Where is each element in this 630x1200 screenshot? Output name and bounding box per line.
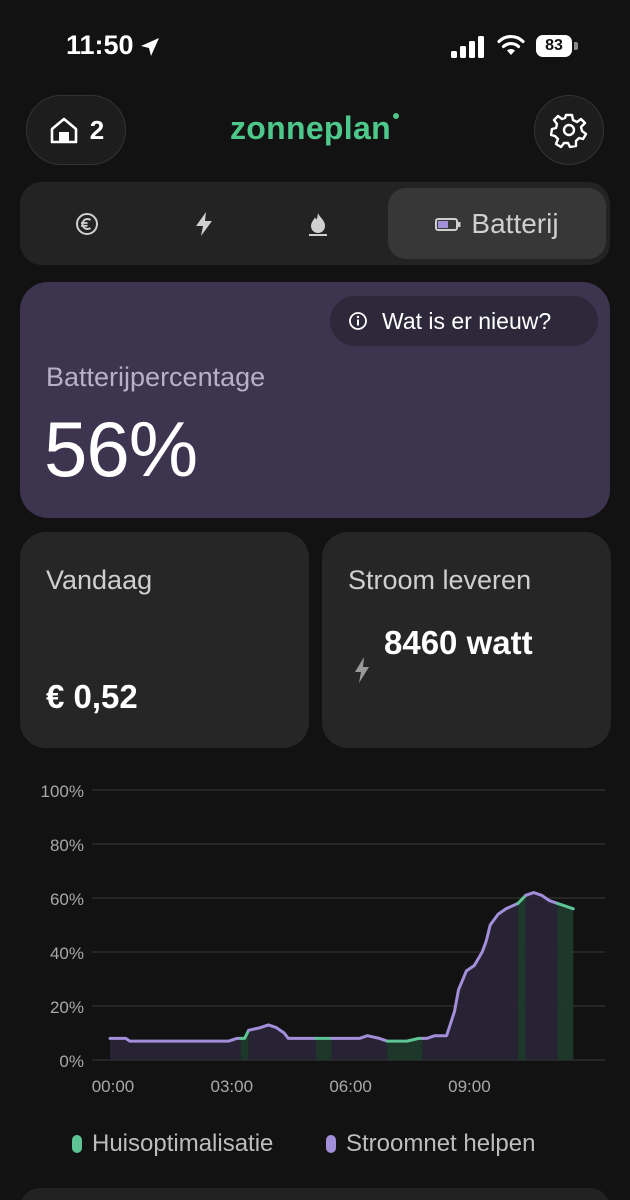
power-delivery-card[interactable]: Stroom leveren 8460 watt	[322, 532, 611, 748]
today-earnings-card[interactable]: Vandaag € 0,52	[20, 532, 309, 748]
chart-y-tick-label: 80%	[50, 836, 84, 855]
chart-line-stroomnet-helpen	[108, 1036, 243, 1043]
cellular-signal-icon	[451, 36, 484, 58]
chart-area-huisoptimalisatie	[517, 895, 526, 1060]
chart-x-tick-label: 00:00	[92, 1077, 135, 1096]
homes-button[interactable]: 2	[26, 95, 126, 165]
legend-swatch-green	[72, 1135, 82, 1153]
legend-label: Huisoptimalisatie	[92, 1130, 274, 1157]
battery-nub	[574, 42, 578, 50]
house-icon	[50, 117, 78, 144]
next-card-partial	[20, 1188, 610, 1200]
whats-new-label: Wat is er nieuw?	[382, 307, 552, 334]
chart-x-tick-label: 09:00	[448, 1077, 491, 1096]
legend-swatch-purple	[326, 1135, 336, 1153]
category-tabs: Batterij	[20, 182, 610, 265]
tab-power[interactable]	[154, 188, 254, 259]
today-title: Vandaag	[46, 565, 153, 595]
flame-icon	[309, 212, 327, 236]
legend-item-stroomnet-helpen: Stroomnet helpen	[326, 1128, 535, 1160]
gear-icon	[550, 113, 588, 149]
chart-x-tick-label: 03:00	[211, 1077, 254, 1096]
settings-button[interactable]	[534, 95, 604, 165]
legend-item-huisoptimalisatie: Huisoptimalisatie	[72, 1128, 273, 1160]
battery-percentage-chart: 0% 20% 40% 60% 80% 100% 00:00 03:00 06:00 09:00	[41, 782, 605, 1096]
battery-percentage-label: Batterijpercentage	[46, 362, 266, 392]
tab-euro[interactable]	[20, 188, 154, 259]
chart-area-huisoptimalisatie	[315, 1038, 332, 1060]
whats-new-button[interactable]: Wat is er nieuw?	[330, 296, 598, 346]
chart-y-tick-label: 0%	[59, 1052, 84, 1071]
status-bar: 11:50 83	[0, 0, 630, 95]
bolt-icon	[355, 657, 369, 683]
battery-percentage-card: Wat is er nieuw? Batterijpercentage 56%	[20, 282, 610, 518]
chart-area-huisoptimalisatie	[557, 903, 574, 1060]
battery-icon	[435, 217, 461, 231]
brand-logo-dot	[393, 113, 399, 119]
info-icon	[349, 312, 367, 330]
chart-y-tick-label: 100%	[41, 782, 84, 801]
status-time: 11:50	[66, 30, 134, 60]
legend-label: Stroomnet helpen	[346, 1130, 536, 1157]
power-delivery-title: Stroom leveren	[348, 565, 532, 595]
chart-x-tick-label: 06:00	[329, 1077, 372, 1096]
home-count: 2	[89, 114, 105, 145]
tab-gas[interactable]	[268, 188, 368, 259]
brand-logo: zonneplan	[230, 110, 391, 146]
tab-battery-label: Batterij	[471, 207, 559, 239]
today-earnings-value: € 0,52	[46, 678, 138, 715]
battery-percentage-value: 56%	[44, 405, 198, 493]
chart-area-stroomnet-helpen	[525, 892, 558, 1060]
power-delivery-value: 8460 watt	[384, 624, 533, 661]
euro-icon	[76, 212, 98, 235]
tab-battery[interactable]: Batterij	[388, 188, 606, 259]
battery-level-indicator: 83	[536, 35, 572, 57]
wifi-icon	[497, 34, 525, 55]
chart-y-tick-label: 60%	[50, 890, 84, 909]
location-arrow-icon	[141, 38, 159, 56]
chart-y-tick-label: 20%	[50, 998, 84, 1017]
bolt-icon	[196, 211, 212, 236]
chart-y-tick-label: 40%	[50, 944, 84, 963]
